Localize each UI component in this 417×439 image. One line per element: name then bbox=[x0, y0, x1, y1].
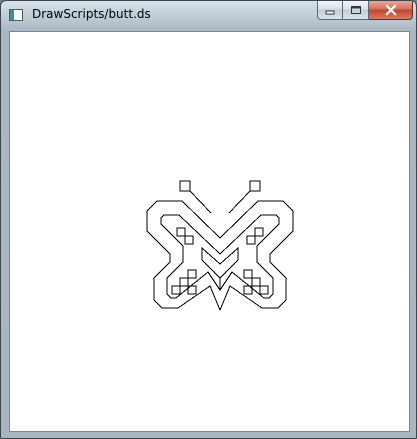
wing-cell bbox=[179, 277, 189, 287]
butterfly-outer-outline bbox=[146, 200, 294, 312]
left-antenna-tip bbox=[179, 180, 191, 192]
app-window-icon bbox=[9, 9, 23, 21]
wing-cell bbox=[184, 235, 194, 245]
app-window: DrawScripts/butt.ds bbox=[0, 0, 417, 439]
minimize-icon bbox=[325, 10, 335, 15]
minimize-button[interactable] bbox=[317, 1, 343, 20]
wing-cell bbox=[246, 235, 256, 245]
right-antenna bbox=[228, 190, 251, 214]
wing-cell bbox=[259, 285, 269, 295]
close-button[interactable] bbox=[369, 1, 413, 20]
maximize-button[interactable] bbox=[343, 1, 369, 20]
title-bar[interactable]: DrawScripts/butt.ds bbox=[1, 1, 416, 31]
butterfly-drawing bbox=[146, 180, 294, 312]
wing-cell bbox=[243, 269, 253, 279]
caption-buttons bbox=[317, 1, 413, 21]
wing-cell bbox=[176, 227, 186, 237]
wing-cell bbox=[251, 277, 261, 287]
butterfly-body bbox=[201, 246, 239, 279]
close-icon bbox=[384, 4, 397, 16]
right-antenna-tip bbox=[249, 180, 261, 192]
wing-cell bbox=[187, 269, 197, 279]
maximize-icon bbox=[350, 6, 361, 14]
drawing-canvas-area bbox=[9, 31, 410, 432]
wing-cell bbox=[171, 285, 181, 295]
left-antenna bbox=[189, 190, 212, 214]
window-title: DrawScripts/butt.ds bbox=[32, 7, 151, 21]
wing-cell bbox=[254, 227, 264, 237]
